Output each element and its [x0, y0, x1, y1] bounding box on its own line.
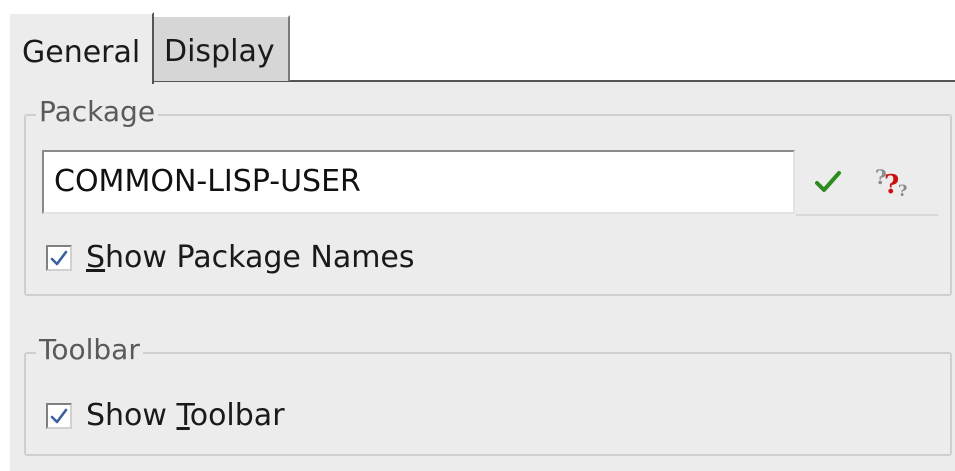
show-toolbar-label: Show Toolbar [86, 398, 285, 434]
general-tab-page: Package COMMON-LISP-USER ? ? ? Show Pack… [8, 82, 955, 471]
button-separator [796, 214, 938, 216]
label-rest: oolbar [189, 398, 285, 433]
label-before: Show [86, 398, 177, 433]
toolbar-group: Toolbar Show Toolbar [24, 334, 952, 456]
package-group-title: Package [36, 96, 159, 128]
checkmark-icon [50, 408, 68, 424]
tab-strip: General Display [8, 10, 955, 84]
svg-text:?: ? [884, 170, 899, 200]
green-checkmark-icon [815, 171, 841, 192]
apply-package-button[interactable] [796, 150, 860, 214]
checkmark-icon [50, 250, 68, 266]
tab-display[interactable]: Display [154, 15, 290, 81]
package-help-button[interactable]: ? ? ? [860, 150, 924, 214]
package-input[interactable]: COMMON-LISP-USER [42, 150, 795, 214]
preferences-window: General Display Package COMMON-LISP-USER… [0, 0, 955, 471]
show-package-names-label: Show Package Names [86, 240, 415, 276]
tab-general[interactable]: General [8, 12, 154, 84]
svg-text:?: ? [898, 181, 907, 200]
mnemonic-t: T [176, 398, 190, 433]
show-package-names-checkbox[interactable] [46, 245, 72, 271]
tab-display-label: Display [164, 34, 275, 69]
label-rest: how Package Names [105, 240, 415, 275]
package-group: Package COMMON-LISP-USER ? ? ? Show Pack… [24, 96, 952, 296]
mnemonic-s: S [86, 240, 106, 275]
show-package-names-row[interactable]: Show Package Names [46, 240, 415, 276]
tab-general-label: General [22, 35, 141, 70]
question-mark-help-icon: ? ? ? [875, 165, 907, 200]
show-toolbar-checkbox[interactable] [46, 403, 72, 429]
show-toolbar-row[interactable]: Show Toolbar [46, 398, 285, 434]
toolbar-group-title: Toolbar [36, 334, 143, 366]
